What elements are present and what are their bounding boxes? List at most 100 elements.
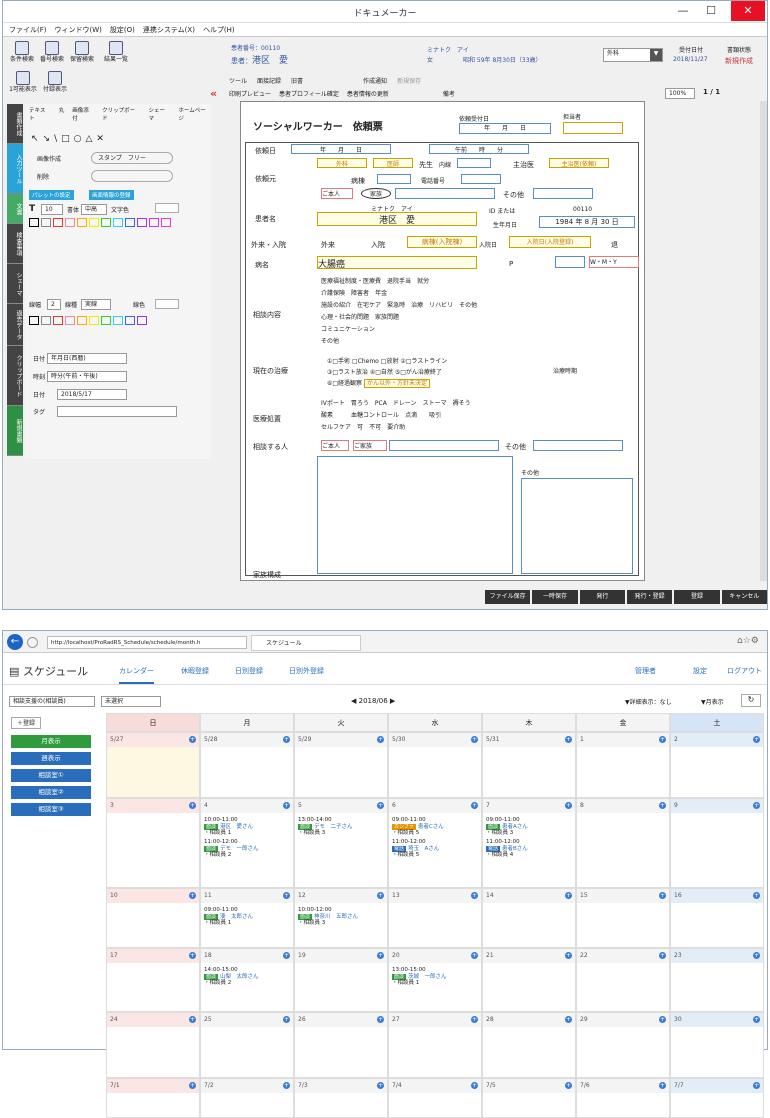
day-cell[interactable]: 26 + xyxy=(294,1012,388,1078)
day-cell[interactable]: 5/29 + xyxy=(294,732,388,798)
day-cell[interactable]: 7/2 + xyxy=(200,1078,294,1118)
nav-daily-other[interactable]: 日別外登録 xyxy=(289,666,324,676)
requester-doctor[interactable]: 医師 xyxy=(373,158,413,168)
home-star-gear-icons[interactable]: ⌂☆⚙ xyxy=(737,636,759,646)
tab-new-document[interactable]: 新規書類 xyxy=(7,406,23,456)
consult-family[interactable]: ご家族 xyxy=(353,440,387,451)
add-event-icon[interactable]: + xyxy=(753,1082,760,1089)
menu-settings[interactable]: 設定(O) xyxy=(110,23,135,36)
issue-button[interactable]: 発行 xyxy=(579,590,625,604)
browser-tab[interactable]: スケジュール xyxy=(251,635,361,651)
add-event-icon[interactable]: + xyxy=(377,1082,384,1089)
add-event-icon[interactable]: + xyxy=(283,802,290,809)
line-color-swatches[interactable] xyxy=(29,316,147,325)
add-event-icon[interactable]: + xyxy=(565,802,572,809)
current-treatment-options[interactable]: ①□手術 □Chemo □放射 ②□ラストライン ③□ラスト放治 ④□自然 ⑤□… xyxy=(327,356,547,389)
tab-input-tools[interactable]: 入力ツール xyxy=(7,144,23,194)
day-cell[interactable]: 29 + xyxy=(576,1012,670,1078)
add-event-icon[interactable]: + xyxy=(565,736,572,743)
menu-window[interactable]: ウィンドウ(W) xyxy=(55,23,102,36)
day-cell[interactable]: 7/3 + xyxy=(294,1078,388,1118)
vertical-scrollbar[interactable] xyxy=(760,101,767,581)
birth-field[interactable]: 1984 年 8 月 30 日 xyxy=(539,216,635,228)
add-event-icon[interactable]: + xyxy=(283,1082,290,1089)
day-cell[interactable]: 7/4 + xyxy=(388,1078,482,1118)
counselor-filter[interactable]: 相談支援の(相談員) xyxy=(9,696,95,707)
tools-button[interactable]: ツール xyxy=(229,76,247,85)
event-person[interactable]: デモ 一郎さん xyxy=(220,846,259,852)
room-1-button[interactable]: 相談室① xyxy=(11,769,91,782)
day-cell[interactable]: 30 + xyxy=(670,1012,764,1078)
department-select[interactable]: 外科 ▼ xyxy=(603,48,663,62)
add-event-icon[interactable]: + xyxy=(659,1016,666,1023)
consult-other-input[interactable] xyxy=(533,440,623,451)
day-cell[interactable]: 12 +10:00-12:00 面談 神奈川 五郎さん ・相談員 3 xyxy=(294,888,388,948)
event-person[interactable]: 港区 愛さん xyxy=(220,824,253,830)
add-event-icon[interactable]: + xyxy=(471,892,478,899)
day-cell[interactable]: 7/6 + xyxy=(576,1078,670,1118)
tab-schema[interactable]: シェーマ xyxy=(7,264,23,304)
appendix-display-button[interactable]: 付録表示 xyxy=(41,71,69,93)
condition-search-button[interactable]: 条件検索 xyxy=(9,41,35,63)
outpatient-option[interactable]: 外来 xyxy=(321,240,335,250)
minimize-button[interactable]: — xyxy=(671,1,695,21)
add-event-icon[interactable]: + xyxy=(565,1082,572,1089)
color-swatches[interactable] xyxy=(29,218,171,227)
calendar-event[interactable]: 11:00-12:00 電話 患者Bさん ・相談員 4 xyxy=(486,839,528,859)
zoom-select[interactable]: 100% xyxy=(665,88,695,99)
line-kind-select[interactable]: 実線 xyxy=(81,299,111,310)
day-cell[interactable]: 21 + xyxy=(482,948,576,1012)
add-event-icon[interactable]: + xyxy=(189,802,196,809)
day-cell[interactable]: 24 + xyxy=(106,1012,200,1078)
family-structure-area[interactable] xyxy=(317,456,513,574)
request-time-field[interactable]: 午前 時 分 xyxy=(429,144,529,154)
week-view-button[interactable]: 週表示 xyxy=(11,752,91,765)
create-notice-button[interactable]: 作成通知 xyxy=(363,76,387,85)
day-cell[interactable]: 8 + xyxy=(576,798,670,888)
number-search-button[interactable]: 番号検索 xyxy=(39,41,65,63)
day-cell[interactable]: 28 + xyxy=(482,1012,576,1078)
event-person[interactable]: 茨城 一郎さん xyxy=(408,974,447,980)
tab-text[interactable]: 文書 xyxy=(7,194,23,224)
calendar-event[interactable]: 11:00-12:00 電話 埼玉 Aさん ・相談員 5 xyxy=(392,839,439,859)
day-cell[interactable]: 10 + xyxy=(106,888,200,948)
event-person[interactable]: 山梨 太郎さん xyxy=(220,974,259,980)
day-cell[interactable]: 1 + xyxy=(576,732,670,798)
self-option[interactable]: ご本人 xyxy=(321,188,353,199)
old-document-button[interactable]: 旧書 xyxy=(291,76,303,85)
patient-name-field[interactable]: 港区 愛 xyxy=(317,212,477,226)
schema-tool[interactable]: シェーマ xyxy=(148,106,170,122)
settings-link[interactable]: 設定 xyxy=(693,666,707,676)
calendar-event[interactable]: 09:00-11:00 カンファ 患者Cさん ・相談員 5 xyxy=(392,817,444,837)
font-size-select[interactable]: 10 xyxy=(41,204,63,215)
add-event-icon[interactable]: + xyxy=(659,1082,666,1089)
char-color-swatch[interactable] xyxy=(155,203,179,213)
add-event-icon[interactable]: + xyxy=(471,736,478,743)
day-cell[interactable]: 11 +09:00-11:00 面談湊 太郎さん ・相談員 1 xyxy=(200,888,294,948)
p-input[interactable] xyxy=(555,256,585,268)
day-cell[interactable]: 7/5 + xyxy=(482,1078,576,1118)
day-cell[interactable]: 14 + xyxy=(482,888,576,948)
delete-button[interactable]: 削除 xyxy=(37,172,49,181)
next-month-icon[interactable]: ▶ xyxy=(388,697,395,705)
day-cell[interactable]: 13 + xyxy=(388,888,482,948)
add-event-icon[interactable]: + xyxy=(377,802,384,809)
day-cell[interactable]: 27 + xyxy=(388,1012,482,1078)
address-bar[interactable]: http://localhost/ProRadRS_Schedule/sched… xyxy=(47,636,247,649)
add-event-icon[interactable]: + xyxy=(283,952,290,959)
result-list-button[interactable]: 結果一覧 xyxy=(99,41,133,63)
calendar-event[interactable]: 14:00-15:00 面談 山梨 太郎さん ・相談員 2 xyxy=(204,967,259,987)
family-input[interactable] xyxy=(395,188,495,199)
forward-icon[interactable] xyxy=(27,637,38,648)
manager-link[interactable]: 管理者 xyxy=(635,666,656,676)
image-tool[interactable]: 画像添付 xyxy=(72,106,94,122)
stay-field[interactable]: 病棟(入院棟) xyxy=(407,236,477,248)
prev-month-icon[interactable]: ◀ xyxy=(351,697,359,705)
issue-register-button[interactable]: 発行・登録 xyxy=(626,590,673,604)
disease-field[interactable]: 大腸癌 xyxy=(317,256,477,270)
temp-save-button[interactable]: 一時保存 xyxy=(532,590,578,604)
nav-calendar[interactable]: カレンダー xyxy=(119,666,154,684)
room-3-button[interactable]: 相談室③ xyxy=(11,803,91,816)
add-event-icon[interactable]: + xyxy=(471,1082,478,1089)
medical-procedure-options[interactable]: IVポート 胃ろう PCA ドレーン ストーマ 褥そう 酸素 血糖コントロール … xyxy=(321,398,637,434)
